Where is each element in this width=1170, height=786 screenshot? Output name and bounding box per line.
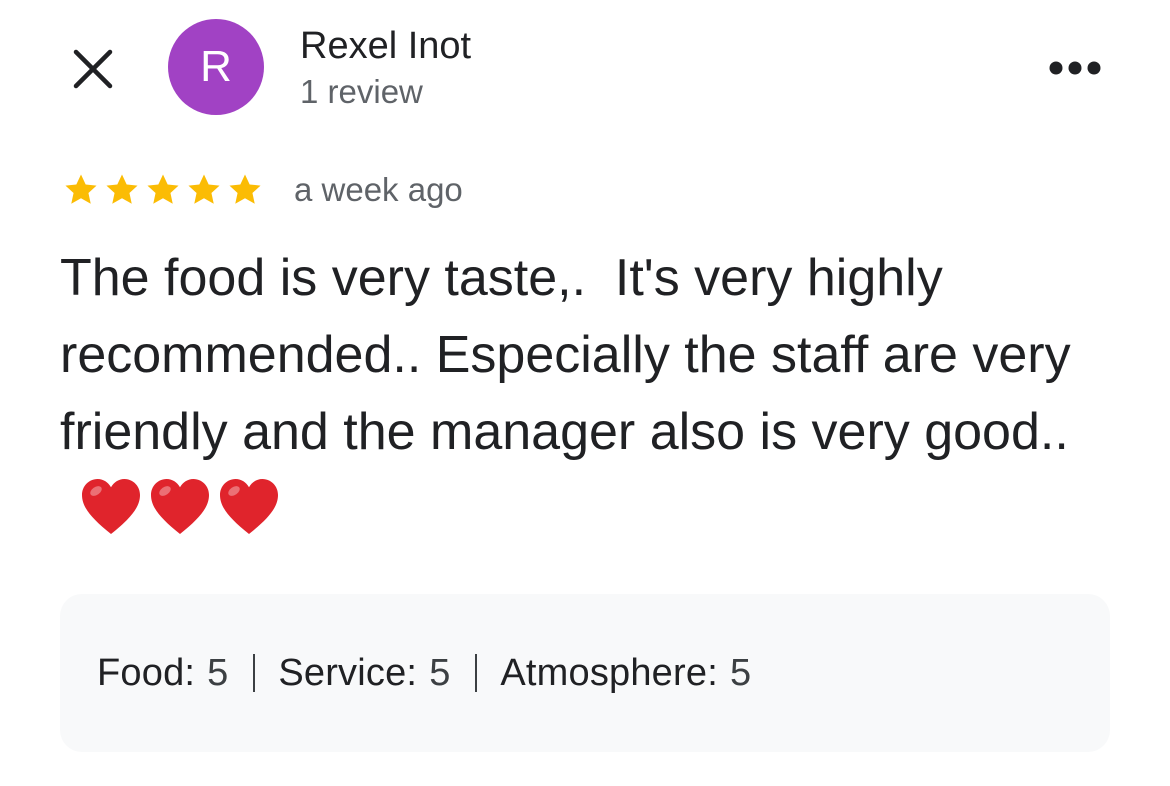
emoji-group	[78, 479, 285, 538]
star-icon	[147, 174, 179, 204]
star-icon	[229, 174, 261, 204]
reviewer-name[interactable]: Rexel Inot	[300, 24, 471, 68]
review-time: a week ago	[294, 171, 463, 208]
divider	[253, 654, 256, 692]
star-rating	[62, 171, 267, 209]
review-body: The food is very taste,. It's very highl…	[60, 249, 1086, 461]
heart-icon	[220, 479, 278, 534]
star-icon	[65, 174, 97, 204]
rating-label-service: Service:	[278, 652, 418, 694]
star-icon	[188, 174, 220, 204]
rating-value-atmosphere: 5	[729, 652, 752, 694]
divider	[475, 654, 478, 692]
avatar-initial: R	[200, 42, 232, 91]
rating-label-atmosphere: Atmosphere:	[500, 652, 718, 694]
more-options-button[interactable]	[1038, 46, 1112, 90]
rating-value-food: 5	[207, 652, 229, 694]
rating-label-food: Food:	[97, 652, 196, 694]
rating-value-service: 5	[429, 652, 451, 694]
more-horizontal-icon	[1049, 61, 1101, 75]
heart-icon	[151, 479, 209, 534]
review-count: 1 review	[300, 73, 423, 110]
ratings-row: Food: 5 Service: 5 Atmosphere: 5	[97, 650, 751, 696]
review-text: The food is very taste,. It's very highl…	[60, 240, 1120, 548]
ratings-summary: Food: 5 Service: 5 Atmosphere: 5	[60, 594, 1110, 752]
close-button[interactable]	[66, 42, 120, 96]
close-icon	[73, 49, 113, 89]
heart-icon	[82, 479, 140, 534]
avatar[interactable]: R	[168, 19, 264, 115]
star-icon	[106, 174, 138, 204]
